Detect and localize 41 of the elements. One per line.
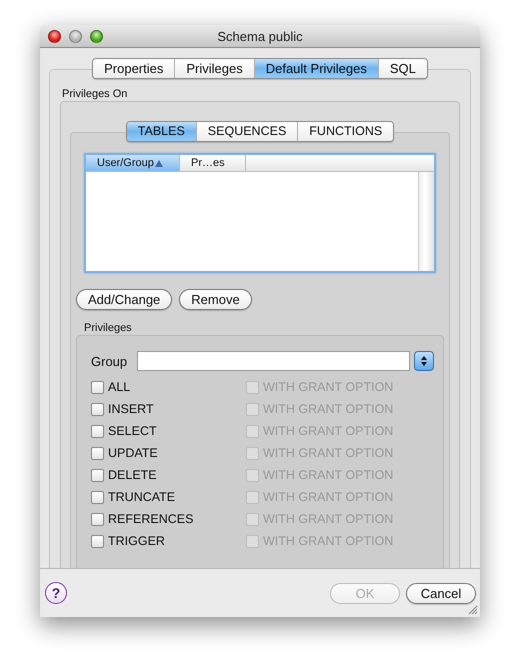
action-button[interactable]: Remove — [179, 289, 252, 310]
action-button[interactable]: Add/Change — [76, 289, 172, 310]
checkbox-label: INSERT — [108, 402, 154, 416]
field-label: Group — [91, 354, 128, 368]
checkbox[interactable] — [91, 402, 104, 416]
checkbox-label: TRUNCATE — [108, 490, 176, 504]
help-button[interactable]: ? — [45, 582, 67, 604]
checkbox-label: SELECT — [108, 424, 157, 438]
dropdown-stepper-icon[interactable] — [414, 351, 434, 371]
tab[interactable]: SEQUENCES — [196, 122, 298, 141]
checkbox[interactable] — [91, 534, 104, 548]
sort-ascending-icon — [154, 160, 163, 166]
resize-grip-icon[interactable] — [468, 605, 478, 615]
tab[interactable]: SQL — [378, 59, 427, 78]
checkbox-label: DELETE — [108, 468, 157, 482]
checkbox[interactable] — [91, 424, 104, 438]
group-combo-field[interactable] — [137, 351, 410, 371]
tab[interactable]: Properties — [93, 59, 176, 78]
scroll-bar[interactable] — [418, 172, 434, 271]
checkbox[interactable] — [91, 380, 104, 394]
tab[interactable]: Default Privileges — [254, 59, 379, 78]
checkbox[interactable] — [91, 446, 104, 460]
group-label: Privileges On — [61, 88, 128, 100]
dialog-button[interactable]: Cancel — [406, 582, 476, 604]
column-header[interactable]: User/Group — [86, 155, 180, 171]
checkbox-label: ALL — [108, 380, 130, 394]
tab[interactable]: FUNCTIONS — [298, 122, 394, 141]
window-title: Schema public — [217, 28, 303, 44]
checkbox[interactable] — [91, 512, 104, 526]
checkbox[interactable] — [91, 468, 104, 482]
tab[interactable]: TABLES — [126, 122, 197, 141]
minimize-button[interactable] — [69, 30, 82, 42]
checkbox-label: TRIGGER — [108, 534, 165, 548]
checkbox[interactable] — [91, 490, 104, 504]
checkbox-label: UPDATE — [108, 446, 158, 460]
column-header[interactable]: Pr…es — [180, 155, 246, 171]
zoom-button[interactable] — [90, 30, 103, 42]
checkbox-label: REFERENCES — [108, 512, 194, 526]
tab[interactable]: Privileges — [175, 59, 255, 78]
close-button[interactable] — [48, 30, 61, 42]
group-label: Privileges — [83, 322, 133, 334]
